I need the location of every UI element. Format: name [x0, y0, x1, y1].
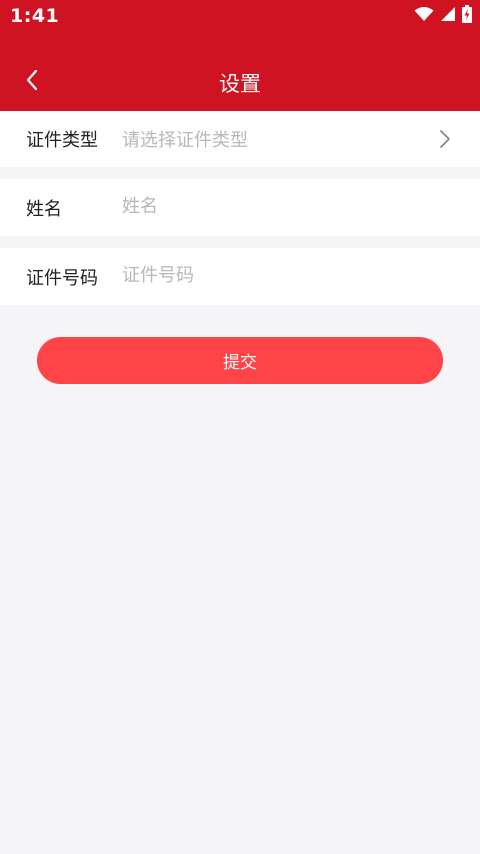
- name-input[interactable]: [122, 194, 422, 218]
- status-time: 1:41: [10, 5, 60, 27]
- id-number-row: 证件号码: [0, 248, 480, 305]
- signal-icon: [440, 6, 456, 26]
- id-type-row[interactable]: 证件类型 请选择证件类型: [0, 111, 480, 167]
- nav-bar: 设置: [0, 52, 480, 111]
- name-label: 姓名: [26, 199, 62, 220]
- chevron-right-icon: [438, 129, 452, 149]
- id-type-label: 证件类型: [26, 130, 98, 151]
- submit-button[interactable]: 提交: [37, 337, 443, 384]
- name-row: 姓名: [0, 179, 480, 236]
- header: 1:41 设置: [0, 0, 480, 111]
- id-number-input[interactable]: [122, 263, 422, 287]
- settings-screen: 1:41 设置 证件类型 请选择证件类型 姓名 姓名 证件号码 证件号码 提交: [0, 0, 480, 854]
- status-bar: 1:41: [0, 0, 480, 34]
- wifi-icon: [414, 6, 434, 26]
- page-title: 设置: [219, 72, 261, 96]
- id-type-select[interactable]: 请选择证件类型: [122, 126, 248, 152]
- status-icons: [414, 5, 472, 27]
- id-number-label: 证件号码: [26, 268, 98, 289]
- battery-charging-icon: [462, 5, 472, 27]
